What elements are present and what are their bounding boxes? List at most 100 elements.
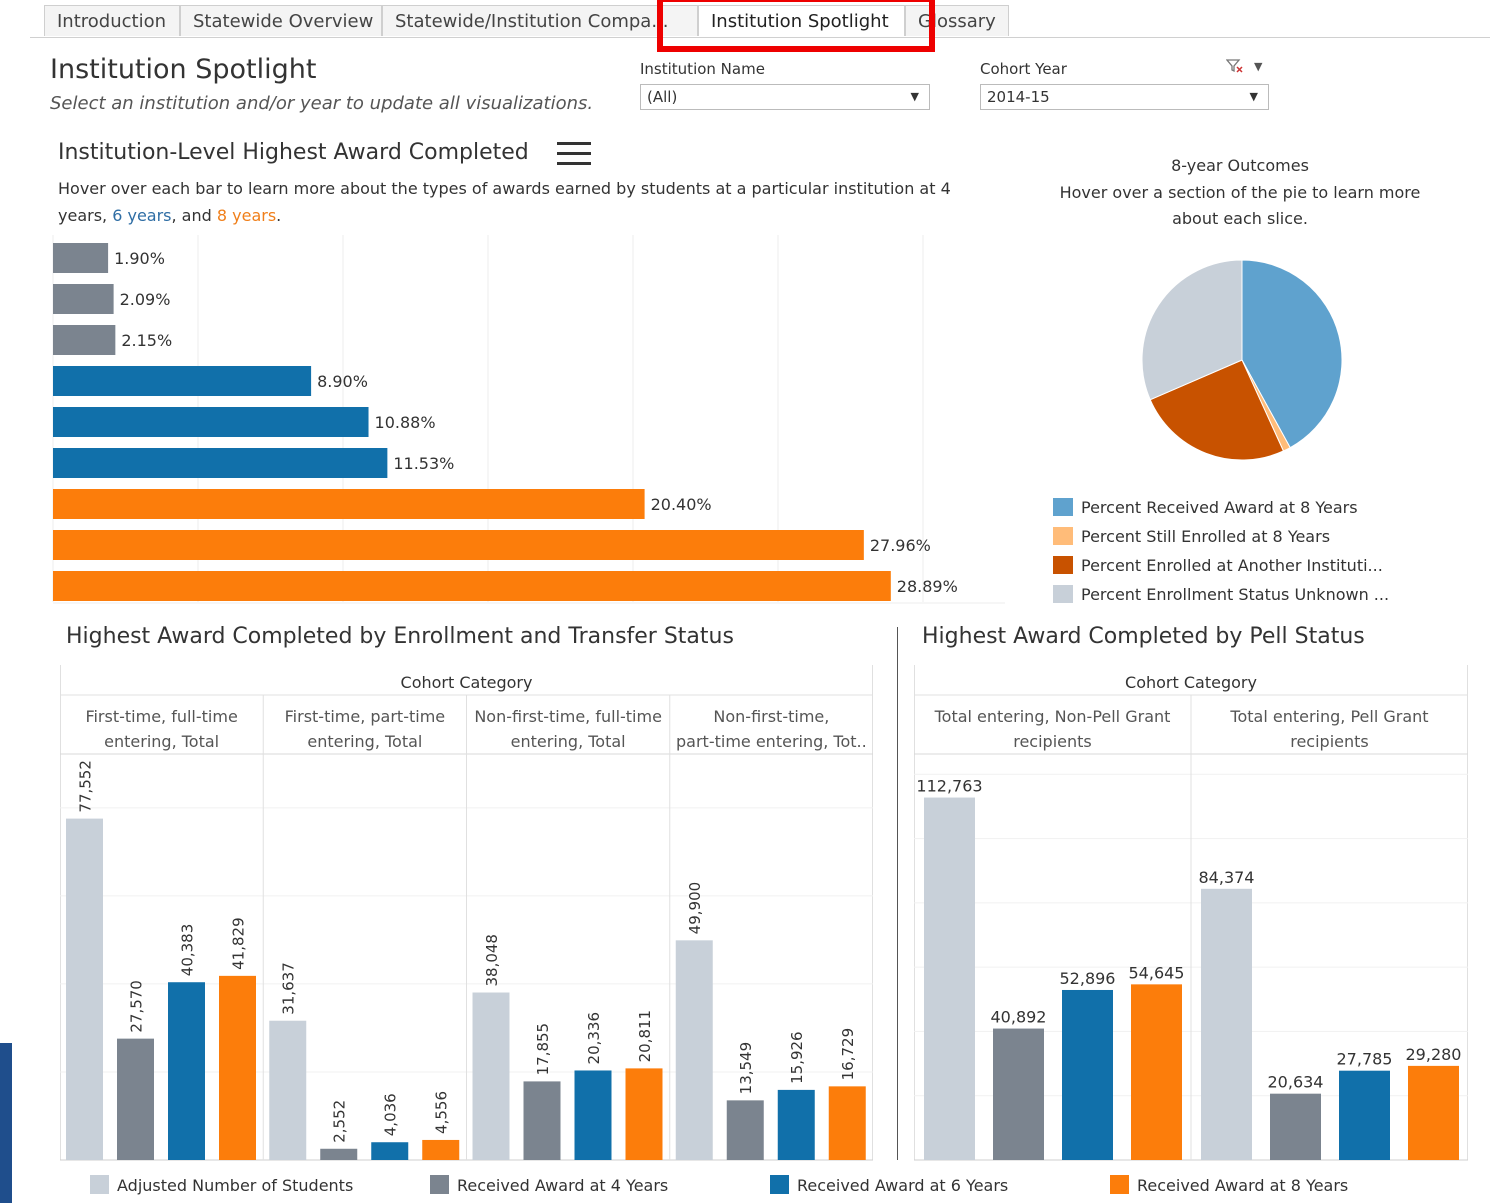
category-label: recipients [1290,732,1369,751]
legend-item-8-years[interactable]: Received Award at 8 Years [1110,1175,1348,1195]
vbar[interactable] [1062,989,1113,1160]
bar-value-label[interactable]: 54,645 [1129,963,1185,982]
bar-value-label[interactable]: 20,634 [1268,1073,1324,1092]
bar-chart-title: Institution-Level Highest Award Complete… [58,140,529,165]
hbar[interactable] [53,489,645,519]
clear-filter-icon[interactable] [1225,58,1244,74]
vbar[interactable] [66,818,103,1160]
bar-value-label[interactable]: 1.90% [114,249,165,268]
legend-swatch [770,1175,789,1194]
bar-value-label[interactable]: 2,552 [331,1100,349,1143]
bar-value-label[interactable]: 11.53% [393,454,454,473]
filter-menu-dropdown-icon[interactable]: ▼ [1254,60,1262,73]
tab-statewide-overview[interactable]: Statewide Overview [180,5,382,36]
section-divider [897,627,898,1160]
hbar[interactable] [53,284,114,314]
vbar[interactable] [828,1086,866,1160]
bar-value-label[interactable]: 10.88% [375,413,436,432]
legend-item-6-years[interactable]: Received Award at 6 Years [770,1175,1008,1195]
bar-chart-description: Hover over each bar to learn more about … [58,179,951,225]
vbar[interactable] [1270,1093,1321,1160]
vbar[interactable] [371,1142,409,1160]
bar-value-label[interactable]: 4,556 [433,1091,451,1134]
vbar[interactable] [1339,1070,1390,1160]
tab-introduction[interactable]: Introduction [44,5,180,36]
bar-value-label[interactable]: 20,336 [585,1012,603,1065]
vbar[interactable] [1131,984,1182,1160]
vbar[interactable] [675,940,713,1160]
bar-value-label[interactable]: 49,900 [686,882,704,935]
bar-value-label[interactable]: 2.15% [121,331,172,350]
pie-legend-item[interactable]: Percent Enrolled at Another Instituti... [1053,556,1383,575]
bar-value-label[interactable]: 13,549 [737,1042,755,1095]
bar-value-label[interactable]: 15,926 [788,1031,806,1084]
bar-value-label[interactable]: 28.89% [897,577,958,596]
hbar[interactable] [53,571,891,601]
bar-value-label[interactable]: 29,280 [1406,1045,1462,1064]
vbar[interactable] [320,1148,358,1160]
bar-value-label[interactable]: 2.09% [120,290,171,309]
legend-item-4-years[interactable]: Received Award at 4 Years [430,1175,668,1195]
pell-status-bar-chart[interactable]: Cohort Category Total entering, Non-Pell … [914,665,1470,1165]
bar-value-label[interactable]: 52,896 [1060,969,1116,988]
institution-name-value: (All) [647,88,678,106]
bar-value-label[interactable]: 27.96% [870,536,931,555]
enrollment-transfer-bar-chart[interactable]: Cohort Category First-time, full-time ente… [60,665,875,1165]
bar-value-label[interactable]: 20,811 [636,1010,654,1063]
bar-value-label[interactable]: 84,374 [1199,868,1255,887]
bar-value-label[interactable]: 112,763 [916,777,982,796]
vbar[interactable] [726,1100,764,1160]
eight-year-outcomes-pie[interactable] [1130,248,1354,472]
vbar[interactable] [219,975,256,1160]
vbar[interactable] [117,1038,154,1160]
vbar[interactable] [777,1089,815,1160]
category-label: First-time, part-time [285,707,446,726]
bar-value-label[interactable]: 40,892 [991,1008,1047,1027]
pell-section-title: Highest Award Completed by Pell Status [922,624,1365,649]
menu-icon[interactable] [557,142,591,168]
vbar[interactable] [993,1028,1044,1160]
bar-value-label[interactable]: 27,570 [128,980,146,1033]
left-edge-panel [0,1043,12,1203]
bar-value-label[interactable]: 77,552 [77,760,95,813]
pie-legend-item[interactable]: Percent Still Enrolled at 8 Years [1053,527,1330,546]
bar-value-label[interactable]: 20.40% [651,495,712,514]
bar-value-label[interactable]: 27,785 [1337,1050,1393,1069]
vbar[interactable] [924,797,975,1160]
bar-value-label[interactable]: 4,036 [382,1093,400,1136]
bar-value-label[interactable]: 17,855 [534,1023,552,1076]
institution-award-bar-chart[interactable]: 1.90% 2.09% 2.15% 8.90% 10.88% 11.53% 20.40% 27… [0,230,1010,610]
vbar[interactable] [269,1020,307,1160]
bar-value-label[interactable]: 8.90% [317,372,368,391]
cohort-year-dropdown[interactable]: 2014-15 ▼ [980,84,1269,110]
legend-swatch [1110,1175,1129,1194]
vbar[interactable] [168,982,205,1160]
pie-legend-item[interactable]: Percent Enrollment Status Unknown ... [1053,585,1389,604]
hbar[interactable] [53,366,312,396]
bar-value-label[interactable]: 16,729 [839,1028,857,1081]
category-label: Total entering, Non-Pell Grant [934,707,1171,726]
bar-value-label[interactable]: 38,048 [483,934,501,987]
bar-value-label[interactable]: 41,829 [230,917,248,970]
bar-value-label[interactable]: 40,383 [179,924,197,977]
vbar[interactable] [422,1139,460,1160]
bar-value-label[interactable]: 31,637 [280,962,298,1015]
hbar[interactable] [53,448,388,478]
vbar[interactable] [1408,1065,1459,1160]
hbar[interactable] [53,530,864,560]
legend-swatch [1053,527,1073,545]
institution-name-dropdown[interactable]: (All) ▼ [640,84,930,110]
vbar[interactable] [472,992,510,1160]
cohort-category-header: Cohort Category [401,673,533,692]
vbar[interactable] [1201,888,1252,1160]
tab-statewide-institution-comparison[interactable]: Statewide/Institution Compa... [382,5,698,36]
vbar[interactable] [574,1070,612,1160]
hbar[interactable] [53,243,109,273]
legend-swatch [90,1175,109,1194]
vbar[interactable] [625,1068,663,1160]
hbar[interactable] [53,325,116,355]
hbar[interactable] [53,407,369,437]
legend-item-adjusted[interactable]: Adjusted Number of Students [90,1175,353,1195]
vbar[interactable] [523,1081,561,1160]
pie-legend-item[interactable]: Percent Received Award at 8 Years [1053,498,1358,517]
